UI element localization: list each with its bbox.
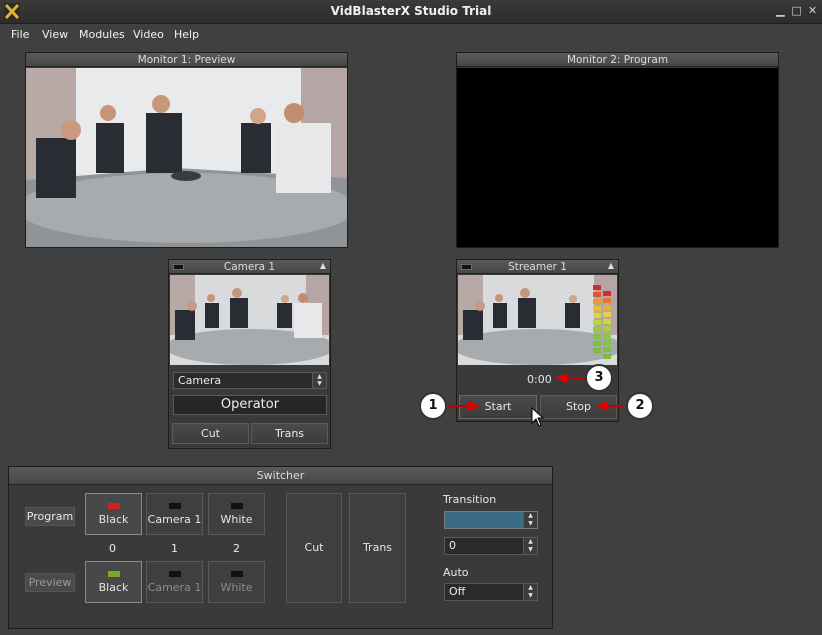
auto-label: Auto (443, 566, 469, 579)
program-label: Program (25, 507, 75, 526)
source-index-2: 2 (233, 542, 240, 555)
monitor-2-video (457, 68, 778, 247)
preview-source-label: Camera 1 (147, 581, 202, 594)
streamer-1-title: Streamer 1 (457, 260, 618, 274)
callout-3: 3 (585, 364, 613, 392)
monitor-1-panel: Monitor 1: Preview (25, 52, 348, 248)
switcher-trans-button[interactable]: Trans (349, 493, 406, 603)
spinner-icon[interactable]: ▲ ▼ (523, 584, 537, 600)
source-led (168, 503, 181, 509)
menu-video[interactable]: Video (133, 28, 164, 41)
program-source-white[interactable]: White (208, 493, 265, 535)
menu-file[interactable]: File (11, 28, 29, 41)
collapse-icon[interactable]: ▲ (608, 261, 614, 270)
source-led (230, 571, 243, 577)
source-led (168, 571, 181, 577)
program-source-label: White (220, 513, 253, 526)
program-source-black[interactable]: Black (85, 493, 142, 535)
transition-duration-field[interactable]: 0 ▲ ▼ (444, 537, 538, 555)
collapse-icon[interactable]: ▲ (320, 261, 326, 270)
menu-modules[interactable]: Modules (79, 28, 125, 41)
monitor-1-video (26, 68, 347, 247)
auto-select[interactable]: Off ▲ ▼ (444, 583, 538, 601)
camera-source-select[interactable]: Camera ▲ ▼ (173, 372, 327, 389)
switcher-cut-button[interactable]: Cut (286, 493, 342, 603)
preview-led (107, 571, 120, 577)
monitor-1-title: Monitor 1: Preview (26, 53, 347, 67)
preview-source-label: Black (98, 581, 129, 594)
audio-meter (593, 285, 611, 359)
window-title: VidBlasterX Studio Trial (330, 4, 492, 18)
spinner-icon[interactable]: ▲ ▼ (312, 373, 326, 388)
menu-help[interactable]: Help (174, 28, 199, 41)
auto-value: Off (449, 585, 466, 598)
program-led (107, 503, 120, 509)
program-source-label: Camera 1 (147, 513, 202, 526)
program-source-camera-1[interactable]: Camera 1 (146, 493, 203, 535)
operator-field[interactable]: Operator (173, 395, 327, 415)
source-index-1: 1 (171, 542, 178, 555)
preview-source-label: White (220, 581, 253, 594)
close-icon[interactable]: ✕ (806, 5, 819, 17)
transition-select[interactable]: ▲ ▼ (444, 511, 538, 529)
spinner-icon[interactable]: ▲ ▼ (523, 538, 537, 554)
spinner-icon[interactable]: ▲ ▼ (523, 512, 537, 528)
switcher-title: Switcher (9, 467, 552, 485)
camera-trans-button[interactable]: Trans (251, 423, 328, 444)
preview-source-white[interactable]: White (208, 561, 265, 603)
menu-view[interactable]: View (42, 28, 68, 41)
streamer-1-led (461, 264, 472, 270)
minimize-icon[interactable]: ▁ (774, 5, 787, 17)
monitor-2-title: Monitor 2: Program (457, 53, 778, 67)
camera-1-panel: Camera 1 ▲ Camera ▲ ▼ Operator Cut Trans (168, 259, 331, 449)
preview-source-camera-1[interactable]: Camera 1 (146, 561, 203, 603)
camera-source-value: Camera (178, 374, 222, 387)
preview-label: Preview (25, 573, 75, 592)
maximize-icon[interactable]: □ (790, 5, 803, 17)
program-source-label: Black (98, 513, 129, 526)
switcher-panel: Switcher Program Preview Black Camera 1 … (8, 466, 553, 629)
monitor-2-panel: Monitor 2: Program (456, 52, 779, 248)
source-index-0: 0 (109, 542, 116, 555)
callout-1: 1 (419, 392, 447, 420)
camera-cut-button[interactable]: Cut (172, 423, 249, 444)
camera-1-video (170, 275, 329, 365)
duration-value: 0 (449, 539, 456, 552)
transition-label: Transition (443, 493, 497, 506)
source-led (230, 503, 243, 509)
preview-source-black[interactable]: Black (85, 561, 142, 603)
callout-2: 2 (626, 392, 654, 420)
mouse-cursor-icon (531, 407, 545, 427)
camera-1-title: Camera 1 (169, 260, 330, 274)
camera-1-led (173, 264, 184, 270)
